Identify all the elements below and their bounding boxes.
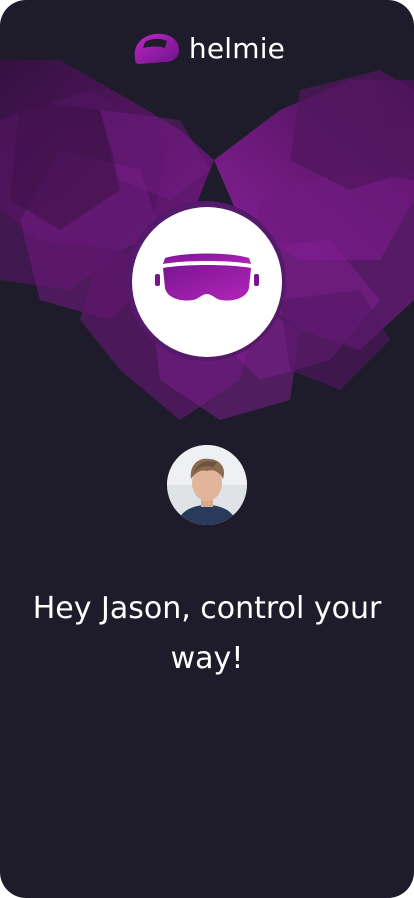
vr-goggles-icon — [155, 253, 259, 301]
user-avatar[interactable] — [167, 445, 247, 525]
app-header: helmie — [0, 24, 414, 72]
brand-name: helmie — [188, 31, 286, 65]
app-screen: helmie Hey Jason, control your way! — [0, 0, 414, 898]
greeting-text: Hey Jason, control your way! — [32, 591, 382, 676]
hero-badge — [132, 207, 282, 357]
avatar-image — [167, 445, 247, 525]
helmet-icon — [134, 33, 179, 64]
